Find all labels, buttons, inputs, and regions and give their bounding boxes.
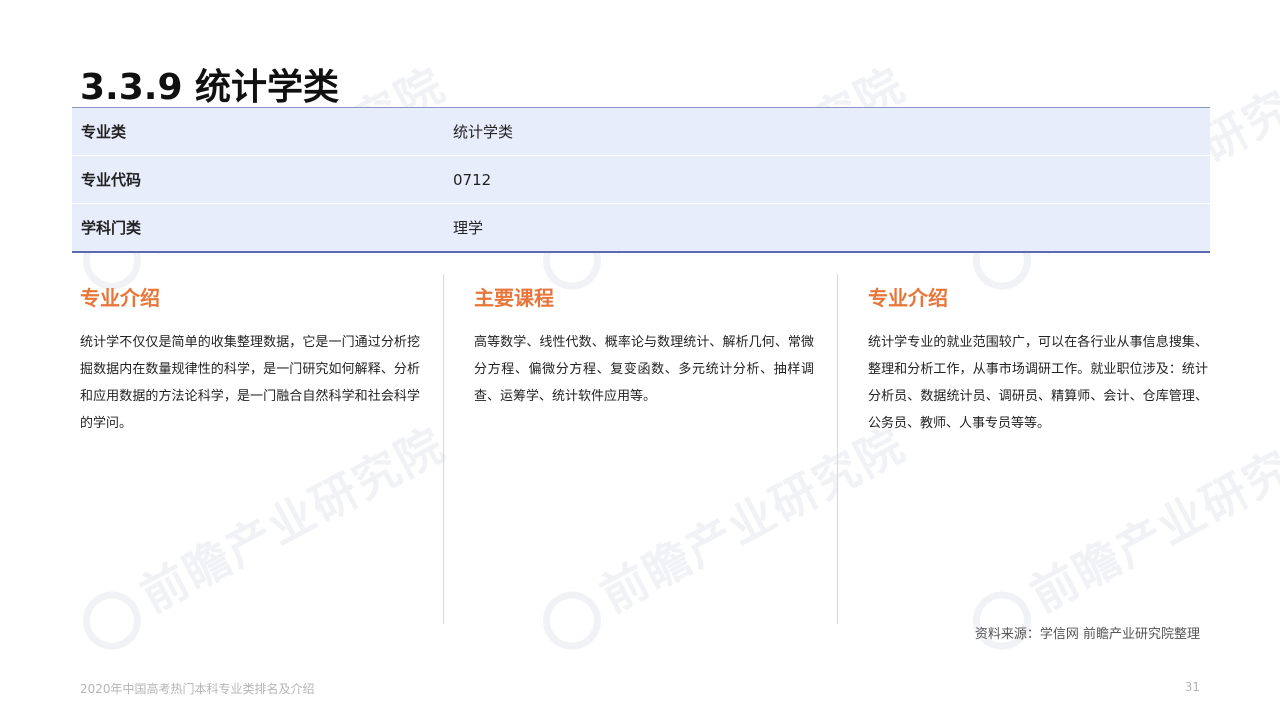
- column-heading: 专业介绍: [868, 286, 948, 310]
- column-divider: [837, 274, 838, 624]
- career-column: 专业介绍 统计学专业的就业范围较广，可以在各行业从事信息搜集、整理和分析工作，从…: [868, 274, 1208, 622]
- intro-column: 专业介绍 统计学不仅仅是简单的收集整理数据，它是一门通过分析挖掘数据内在数量规律…: [80, 274, 420, 622]
- row-key: 专业代码: [81, 171, 142, 189]
- column-heading: 专业介绍: [80, 286, 160, 310]
- table-row: 专业类 统计学类: [72, 108, 1210, 156]
- page-title: 3.3.9 统计学类: [80, 67, 340, 108]
- table-row: 学科门类 理学: [72, 204, 1210, 251]
- row-key: 专业类: [81, 123, 127, 141]
- column-body: 高等数学、线性代数、概率论与数理统计、解析几何、常微分方程、偏微分方程、复变函数…: [474, 335, 814, 404]
- row-value: 0712: [453, 170, 492, 189]
- column-body: 统计学专业的就业范围较广，可以在各行业从事信息搜集、整理和分析工作，从事市场调研…: [868, 335, 1208, 431]
- major-info-table: 专业类 统计学类 专业代码 0712 学科门类 理学: [72, 107, 1210, 253]
- page-number: 31: [1184, 680, 1200, 694]
- column-body: 统计学不仅仅是简单的收集整理数据，它是一门通过分析挖掘数据内在数量规律性的科学，…: [80, 335, 420, 431]
- row-key: 学科门类: [81, 219, 142, 237]
- column-divider: [443, 274, 444, 624]
- source-note: 资料来源：学信网 前瞻产业研究院整理: [974, 627, 1200, 642]
- column-heading: 主要课程: [474, 286, 554, 310]
- courses-column: 主要课程 高等数学、线性代数、概率论与数理统计、解析几何、常微分方程、偏微分方程…: [474, 274, 814, 622]
- row-value: 统计学类: [453, 123, 514, 141]
- row-value: 理学: [453, 219, 484, 237]
- table-row: 专业代码 0712: [72, 156, 1210, 204]
- footer-report-title: 2020年中国高考热门本科专业类排名及介绍: [80, 682, 315, 696]
